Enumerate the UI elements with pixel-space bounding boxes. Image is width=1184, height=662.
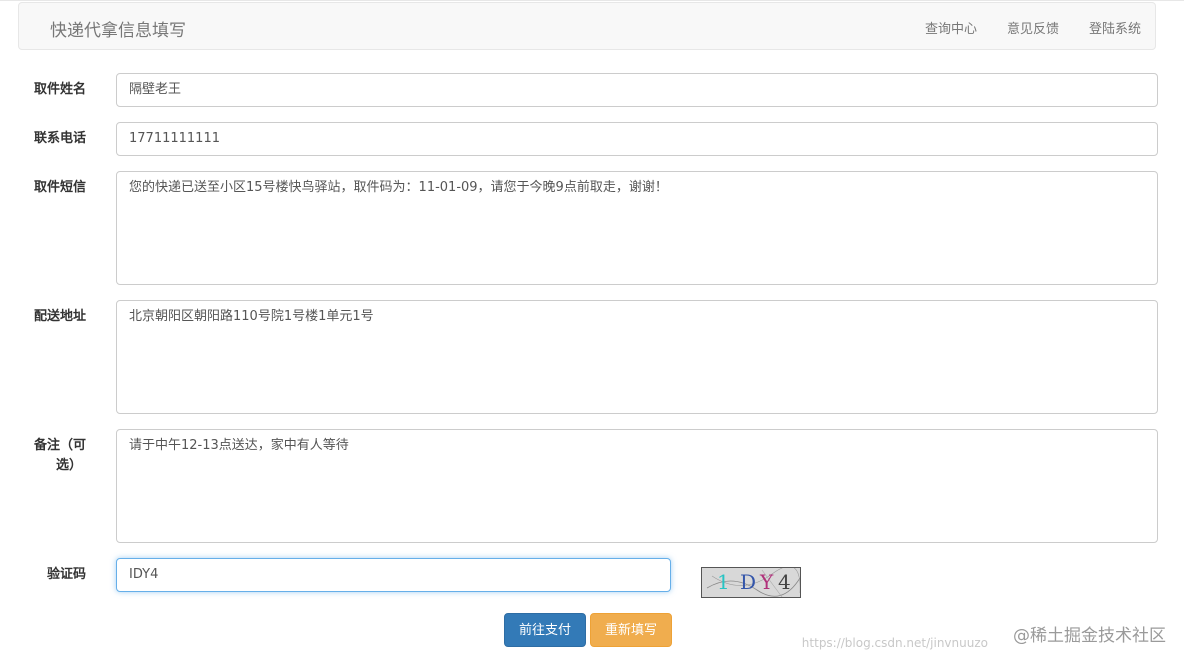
- note-label: 备注（可 选）: [0, 436, 86, 476]
- phone-input[interactable]: 17711111111: [116, 122, 1158, 156]
- watermark-url: https://blog.csdn.net/jinvnuuzo: [801, 636, 988, 650]
- note-label-line2: 选）: [55, 458, 82, 473]
- name-input[interactable]: 隔壁老王: [116, 73, 1158, 107]
- captcha-char-3: Y: [760, 570, 774, 594]
- sms-label: 取件短信: [33, 180, 86, 195]
- address-label: 配送地址: [33, 309, 86, 324]
- address-textarea[interactable]: 北京朝阳区朝阳路110号院1号楼1单元1号: [116, 300, 1158, 414]
- nav-link-login[interactable]: 登陆系统: [1089, 18, 1141, 37]
- navbar-brand[interactable]: 快递代拿信息填写: [50, 16, 186, 41]
- nav-link-query-center[interactable]: 查询中心: [925, 18, 977, 37]
- navbar: 快递代拿信息填写 查询中心 意见反馈 登陆系统: [18, 2, 1156, 50]
- top-border: [0, 0, 1184, 1]
- captcha-input[interactable]: IDY4: [116, 558, 671, 592]
- captcha-label: 验证码: [46, 567, 86, 582]
- captcha-char-1: 1: [717, 570, 730, 594]
- nav-link-feedback[interactable]: 意见反馈: [1007, 18, 1059, 37]
- note-label-line1: 备注（可: [33, 438, 86, 453]
- note-textarea[interactable]: 请于中午12-13点送达，家中有人等待: [116, 429, 1158, 543]
- reset-button[interactable]: 重新填写: [590, 613, 672, 647]
- captcha-char-4: 4: [778, 570, 791, 594]
- captcha-char-2: D: [740, 570, 757, 594]
- nav-links: 查询中心 意见反馈 登陆系统: [925, 18, 1141, 37]
- phone-label: 联系电话: [33, 131, 86, 146]
- watermark-text: @稀土掘金技术社区: [1013, 626, 1166, 646]
- pay-button[interactable]: 前往支付: [504, 613, 586, 647]
- captcha-image[interactable]: 1 D Y 4: [701, 567, 801, 598]
- name-label: 取件姓名: [33, 82, 86, 97]
- sms-textarea[interactable]: 您的快递已送至小区15号楼快鸟驿站，取件码为：11-01-09，请您于今晚9点前…: [116, 171, 1158, 285]
